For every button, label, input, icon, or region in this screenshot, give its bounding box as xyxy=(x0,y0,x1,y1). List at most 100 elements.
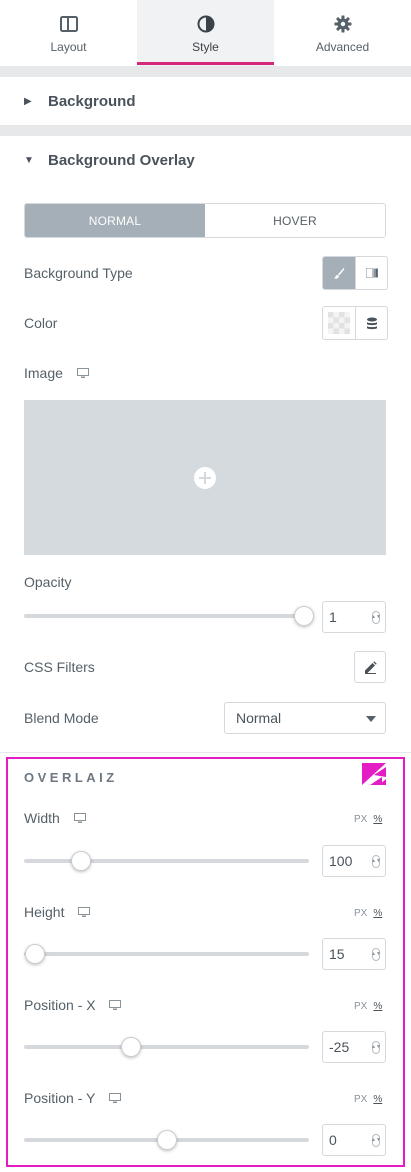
unit-px[interactable]: PX xyxy=(354,1001,367,1012)
database-icon xyxy=(366,317,377,329)
spinner-icon[interactable]: ▲▼ xyxy=(371,948,381,961)
color-label: Color xyxy=(24,315,58,331)
gear-icon xyxy=(333,14,353,34)
desktop-icon[interactable] xyxy=(76,366,89,382)
position-x-units: PX% xyxy=(354,1001,382,1012)
section-overlay-header[interactable]: ▼ Background Overlay xyxy=(0,136,411,184)
height-label-text: Height xyxy=(24,904,65,920)
unit-percent[interactable]: % xyxy=(373,814,382,825)
state-tabs: NORMAL HOVER xyxy=(24,203,386,238)
height-units: PX% xyxy=(354,908,382,919)
position-y-value: 0 xyxy=(329,1132,337,1148)
opacity-input[interactable]: 1 ▲▼ xyxy=(322,601,386,633)
position-y-slider[interactable] xyxy=(24,1130,309,1150)
color-swatch[interactable] xyxy=(323,307,355,339)
global-colors-button[interactable] xyxy=(355,307,387,339)
height-label: Height xyxy=(24,904,91,921)
panel-tabs: Layout Style Advanced xyxy=(0,0,411,66)
position-x-value: -25 xyxy=(329,1039,350,1055)
background-type-label: Background Type xyxy=(24,265,133,281)
width-value: 100 xyxy=(329,853,353,869)
opacity-slider[interactable] xyxy=(24,606,314,626)
desktop-icon[interactable] xyxy=(108,1091,121,1107)
opacity-label: Opacity xyxy=(24,574,72,590)
state-tab-hover[interactable]: HOVER xyxy=(205,204,385,237)
height-slider[interactable] xyxy=(24,944,309,964)
position-y-label: Position - Y xyxy=(24,1090,121,1107)
caret-right-icon: ▶ xyxy=(24,95,32,107)
pencil-icon xyxy=(364,660,377,674)
section-gap xyxy=(0,125,411,136)
slider-handle[interactable] xyxy=(294,606,314,626)
tab-layout[interactable]: Layout xyxy=(0,0,137,66)
tab-style[interactable]: Style xyxy=(137,0,274,66)
layout-icon xyxy=(59,14,79,34)
brush-icon xyxy=(333,268,345,279)
width-label: Width xyxy=(24,810,86,827)
tab-style-label: Style xyxy=(192,40,219,54)
spinner-icon[interactable]: ▲▼ xyxy=(371,611,381,624)
style-icon xyxy=(196,14,216,34)
image-label: Image xyxy=(24,365,89,382)
desktop-icon[interactable] xyxy=(73,811,86,827)
tab-layout-label: Layout xyxy=(50,40,87,54)
tab-advanced-label: Advanced xyxy=(315,40,370,54)
section-background-title: Background xyxy=(48,92,136,110)
image-upload-area[interactable] xyxy=(24,400,386,555)
spinner-icon[interactable]: ▲▼ xyxy=(371,855,381,868)
position-y-units: PX% xyxy=(354,1094,382,1105)
spinner-icon[interactable]: ▲▼ xyxy=(371,1134,381,1147)
opacity-value: 1 xyxy=(329,609,337,625)
blend-mode-value: Normal xyxy=(236,710,282,726)
caret-down-icon: ▼ xyxy=(24,154,34,166)
desktop-icon[interactable] xyxy=(78,905,91,921)
gradient-button[interactable] xyxy=(355,257,387,289)
position-x-slider[interactable] xyxy=(24,1037,309,1057)
position-y-input[interactable]: 0 ▲▼ xyxy=(322,1124,386,1156)
position-x-label-text: Position - X xyxy=(24,997,96,1013)
css-filters-edit-button[interactable] xyxy=(354,651,386,683)
image-label-text: Image xyxy=(24,365,63,381)
section-overlay-title: Background Overlay xyxy=(48,151,195,169)
slider-handle[interactable] xyxy=(71,851,92,871)
chevron-down-icon xyxy=(366,716,376,722)
state-tab-normal[interactable]: NORMAL xyxy=(25,204,205,237)
slider-handle[interactable] xyxy=(156,1130,177,1150)
position-y-label-text: Position - Y xyxy=(24,1090,96,1106)
tab-advanced[interactable]: Advanced xyxy=(274,0,411,66)
width-slider[interactable] xyxy=(24,851,309,871)
unit-percent[interactable]: % xyxy=(373,1001,382,1012)
unit-percent[interactable]: % xyxy=(373,1094,382,1105)
overlaiz-logo xyxy=(362,763,386,790)
blend-mode-select[interactable]: Normal xyxy=(224,702,386,734)
unit-px[interactable]: PX xyxy=(354,1094,367,1105)
height-input[interactable]: 15 ▲▼ xyxy=(322,938,386,970)
slider-handle[interactable] xyxy=(120,1037,141,1057)
slider-handle[interactable] xyxy=(24,944,45,964)
slider-track xyxy=(24,952,309,956)
desktop-icon[interactable] xyxy=(109,998,122,1014)
blend-mode-label: Blend Mode xyxy=(24,710,99,726)
gradient-icon xyxy=(365,268,378,278)
unit-percent[interactable]: % xyxy=(373,908,382,919)
spinner-icon[interactable]: ▲▼ xyxy=(371,1041,381,1054)
divider xyxy=(0,752,411,753)
slider-track xyxy=(24,614,309,618)
color-controls xyxy=(322,306,388,340)
section-background-header[interactable]: ▶ Background xyxy=(0,77,411,125)
slider-track xyxy=(24,859,309,863)
unit-px[interactable]: PX xyxy=(354,908,367,919)
width-label-text: Width xyxy=(24,810,60,826)
add-image-icon xyxy=(194,466,216,489)
width-units: PX% xyxy=(354,814,382,825)
slider-track xyxy=(24,1045,309,1049)
position-x-input[interactable]: -25 ▲▼ xyxy=(322,1031,386,1063)
height-value: 15 xyxy=(329,946,345,962)
classic-brush-button[interactable] xyxy=(323,257,355,289)
unit-px[interactable]: PX xyxy=(354,814,367,825)
overlaiz-title: OVERLAIZ xyxy=(24,770,118,785)
width-input[interactable]: 100 ▲▼ xyxy=(322,845,386,877)
section-gap xyxy=(0,66,411,77)
css-filters-label: CSS Filters xyxy=(24,659,95,675)
background-type-choices xyxy=(322,256,388,290)
